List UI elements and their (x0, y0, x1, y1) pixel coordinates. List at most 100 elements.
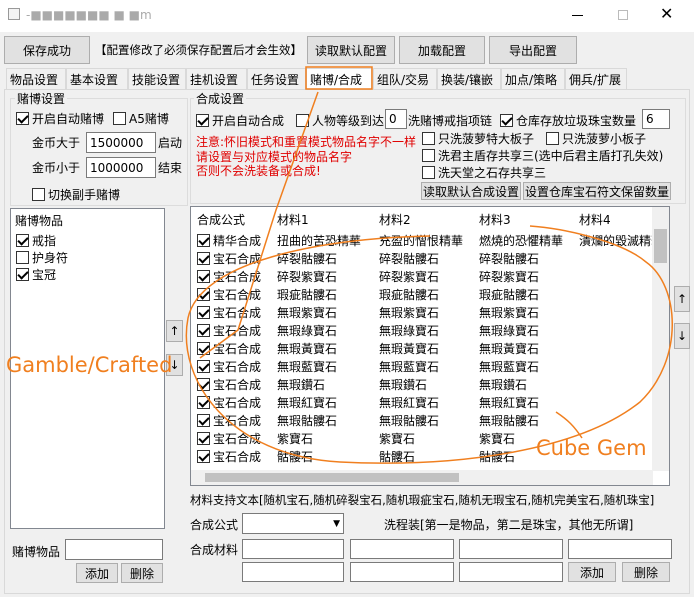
switch-weapon-checkbox[interactable]: 切换副手赌博 (32, 186, 120, 203)
level-input[interactable]: 0 (385, 109, 407, 129)
gamble-item[interactable]: 戒指 (16, 232, 56, 249)
wash-stone-checkbox[interactable]: 洗天堂之石存共享三 (422, 164, 546, 181)
tab-1[interactable]: 基本设置 (66, 68, 128, 90)
checkbox-icon[interactable] (197, 233, 210, 247)
table-row[interactable]: 宝石合成 無瑕黃寶石 無瑕黃寶石 無瑕黃寶石 (191, 339, 653, 357)
material-cell: 無瑕鑽石 (277, 377, 326, 392)
wash-shield-checkbox[interactable]: 洗君主盾存共享三(选中后君主盾打孔失效) (422, 147, 663, 164)
set-stash-button[interactable]: 设置仓库宝石符文保留数量 (523, 182, 671, 200)
export-config-button[interactable]: 导出配置 (489, 36, 577, 64)
gamble-item[interactable]: 护身符 (16, 249, 68, 266)
table-row[interactable]: 宝石合成 無瑕綠寶石 無瑕綠寶石 無瑕綠寶石 (191, 321, 653, 339)
grid-column-header[interactable]: 材料2 (379, 210, 479, 228)
craft-grid-header: 合成公式 材料1 材料2 材料3 材料4 (191, 207, 669, 231)
gamble-item-input[interactable] (65, 539, 163, 560)
material-input-4[interactable] (568, 539, 672, 559)
material-input-2[interactable] (350, 539, 454, 559)
grid-column-header[interactable]: 材料1 (277, 210, 379, 228)
table-row[interactable]: 宝石合成 瑕疵骷髏石 瑕疵骷髏石 瑕疵骷髏石 (191, 285, 653, 303)
table-row[interactable]: 宝石合成 碎裂骷髏石 碎裂骷髏石 碎裂骷髏石 (191, 249, 653, 267)
table-row[interactable]: 宝石合成 無瑕紫寶石 無瑕紫寶石 無瑕紫寶石 (191, 303, 653, 321)
tab-2[interactable]: 技能设置 (128, 68, 186, 90)
material-input-5[interactable] (242, 562, 344, 582)
read-default-craft-button[interactable]: 读取默认合成设置 (421, 182, 521, 200)
checkbox-icon[interactable] (197, 413, 210, 427)
material-cell: 無瑕藍寶石 (277, 359, 338, 374)
tab-9[interactable]: 佣兵/扩展 (565, 68, 627, 90)
tab-0[interactable]: 物品设置 (6, 68, 66, 90)
auto-gamble-checkbox[interactable]: 开启自动赌博 (16, 110, 104, 127)
checkbox-icon[interactable] (197, 323, 210, 337)
gold-greater-input[interactable]: 1500000 (86, 132, 156, 153)
material-input-6[interactable] (350, 562, 454, 582)
wash-small-belt-checkbox[interactable]: 只洗菠萝小板子 (546, 130, 646, 147)
read-default-config-button[interactable]: 读取默认配置 (307, 36, 395, 64)
table-row[interactable]: 宝石合成 無瑕紅寶石 無瑕紅寶石 無瑕紅寶石 (191, 393, 653, 411)
grid-horizontal-scrollbar[interactable] (191, 470, 653, 485)
wash-big-belt-checkbox[interactable]: 只洗菠萝特大板子 (422, 130, 534, 147)
scrollbar-thumb[interactable] (654, 229, 667, 263)
gamble-add-button[interactable]: 添加 (76, 563, 118, 583)
formula-cell: 宝石合成 (197, 429, 275, 447)
table-row[interactable]: 宝石合成 無瑕藍寶石 無瑕藍寶石 無瑕藍寶石 (191, 357, 653, 375)
gamble-item-label: 赌博物品 (12, 545, 61, 559)
tab-8[interactable]: 加点/策略 (501, 68, 565, 90)
grid-move-up-button[interactable]: ↑ (674, 286, 690, 312)
tab-4[interactable]: 任务设置 (247, 68, 306, 90)
checkbox-icon[interactable] (197, 377, 210, 391)
material-input-7[interactable] (459, 562, 563, 582)
level-checkbox[interactable]: 人物等级到达 (296, 112, 384, 129)
a5-gamble-checkbox[interactable]: A5赌博 (113, 110, 169, 127)
formula-select[interactable]: ▼ (242, 513, 344, 534)
checkbox-icon (32, 188, 45, 201)
checkbox-icon[interactable] (197, 449, 210, 463)
checkbox-icon[interactable] (197, 341, 210, 355)
checkbox-icon[interactable] (197, 269, 210, 283)
checkbox-icon (16, 234, 29, 247)
gold-greater-label: 金币大于 (32, 136, 81, 150)
minimize-icon[interactable] (572, 15, 583, 16)
grid-vertical-scrollbar[interactable] (652, 207, 669, 471)
checkbox-icon[interactable] (197, 359, 210, 373)
formula-cell: 宝石合成 (197, 285, 275, 303)
tab-7[interactable]: 换装/镶嵌 (437, 68, 501, 90)
material-cell: 無瑕紫寶石 (277, 305, 338, 320)
table-row[interactable]: 宝石合成 無瑕鑽石 無瑕鑽石 無瑕鑽石 (191, 375, 653, 393)
save-button[interactable]: 保存成功 (4, 36, 90, 64)
checkbox-icon[interactable] (197, 287, 210, 301)
stash-count-input[interactable]: 6 (642, 109, 670, 129)
material-input-3[interactable] (459, 539, 563, 559)
stash-trash-checkbox[interactable]: 仓库存放垃圾珠宝数量 (500, 112, 636, 129)
craft-add-button[interactable]: 添加 (568, 562, 616, 582)
tab-5[interactable]: 赌博/合成 (306, 68, 372, 90)
material-cell: 燃燒的恐懼精華 (479, 233, 564, 248)
table-row[interactable]: 宝石合成 無瑕骷髏石 無瑕骷髏石 無瑕骷髏石 (191, 411, 653, 429)
gamble-item[interactable]: 宝冠 (16, 266, 56, 283)
table-row[interactable]: 精华合成 扭曲的苦恐精華 充盈的憎恨精華 燃燒的恐懼精華 潰爛的毀滅精華 (191, 231, 663, 249)
grid-column-header[interactable]: 合成公式 (197, 210, 277, 228)
craft-delete-button[interactable]: 删除 (622, 562, 670, 582)
grid-move-down-button[interactable]: ↓ (674, 323, 690, 349)
move-up-button[interactable]: ↑ (166, 320, 183, 342)
craft-settings-title: 合成设置 (194, 90, 247, 107)
checkbox-icon[interactable] (197, 251, 210, 265)
checkbox-icon[interactable] (197, 431, 210, 445)
material-cell: 紫寶石 (277, 431, 314, 446)
checkbox-icon[interactable] (197, 395, 210, 409)
scrollbar-thumb[interactable] (205, 473, 459, 482)
gamble-delete-button[interactable]: 删除 (121, 563, 163, 583)
tab-6[interactable]: 组队/交易 (373, 68, 437, 90)
material-input-1[interactable] (242, 539, 344, 559)
tab-3[interactable]: 挂机设置 (186, 68, 247, 90)
load-config-button[interactable]: 加载配置 (399, 36, 485, 64)
maximize-icon[interactable] (618, 10, 628, 20)
checkbox-icon[interactable] (197, 305, 210, 319)
grid-column-header[interactable]: 材料3 (479, 210, 579, 228)
gamble-item-label: 戒指 (32, 234, 57, 248)
gold-less-input[interactable]: 1000000 (86, 157, 156, 178)
close-icon[interactable]: ✕ (660, 4, 673, 24)
gamble-settings-title: 赌博设置 (15, 90, 68, 107)
auto-craft-checkbox[interactable]: 开启自动合成 (196, 112, 284, 129)
checkbox-icon (16, 268, 29, 281)
table-row[interactable]: 宝石合成 碎裂紫寶石 碎裂紫寶石 碎裂紫寶石 (191, 267, 653, 285)
